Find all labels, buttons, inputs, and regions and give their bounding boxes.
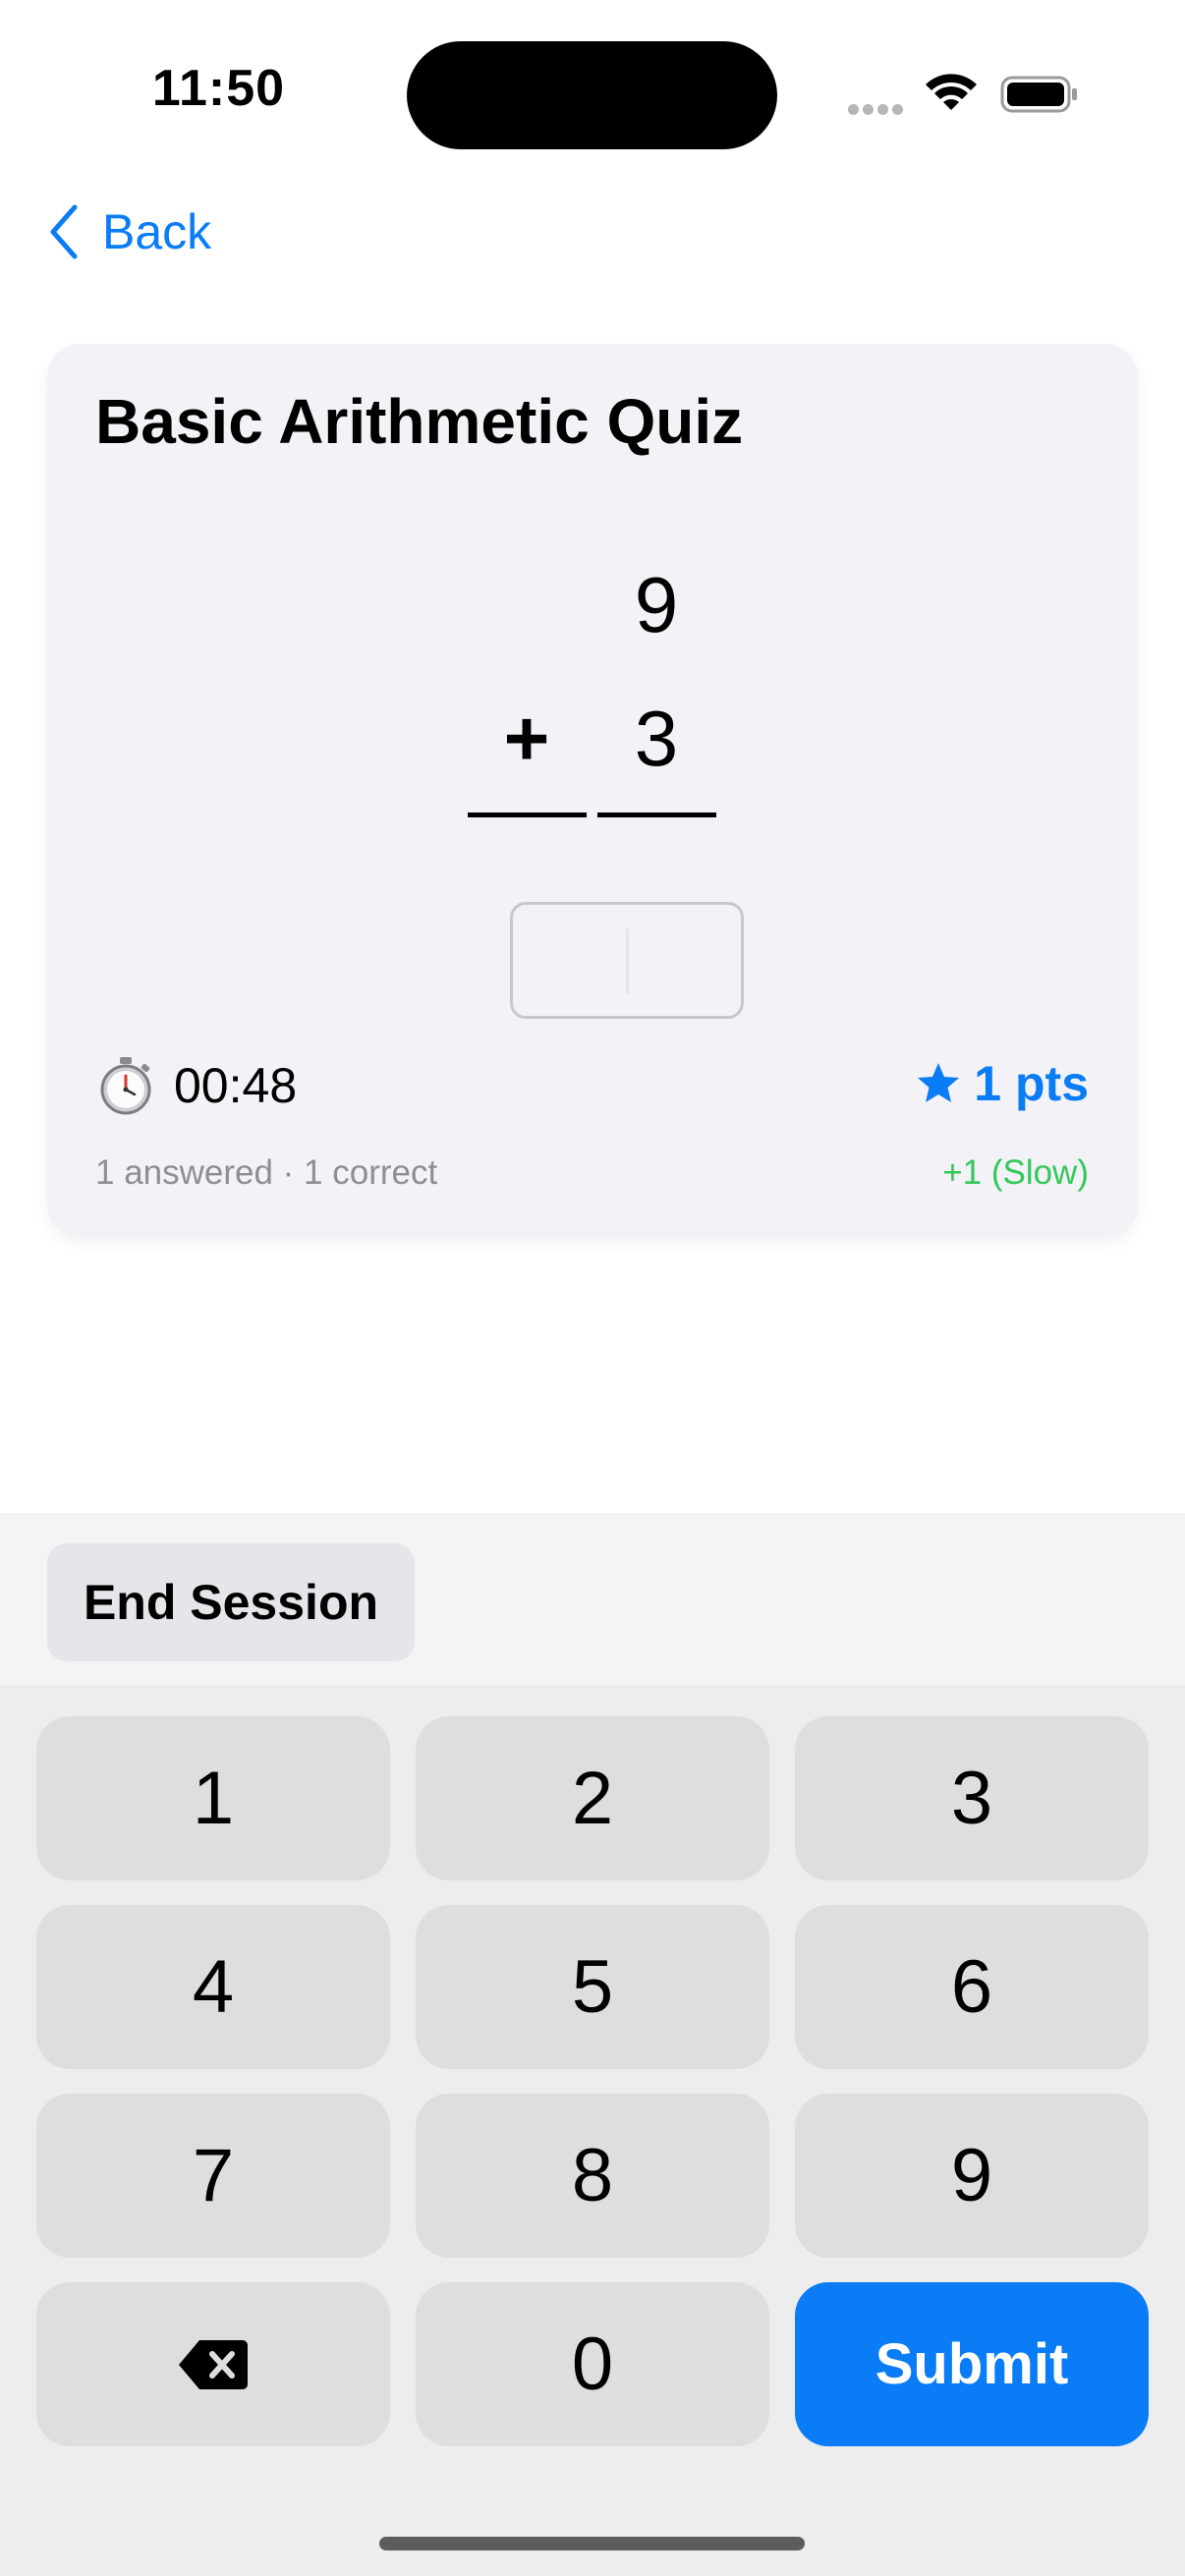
status-time: 11:50 bbox=[151, 60, 286, 117]
key-8[interactable]: 8 bbox=[416, 2094, 769, 2258]
submit-button[interactable]: Submit bbox=[795, 2282, 1149, 2446]
number-keypad: 1 2 3 4 5 6 7 8 9 0 Submit bbox=[0, 1685, 1185, 2576]
key-6[interactable]: 6 bbox=[795, 1905, 1149, 2069]
key-4[interactable]: 4 bbox=[36, 1905, 390, 2069]
key-7[interactable]: 7 bbox=[36, 2094, 390, 2258]
key-9[interactable]: 9 bbox=[795, 2094, 1149, 2258]
star-icon bbox=[918, 1063, 960, 1102]
home-indicator bbox=[379, 2537, 805, 2550]
battery-icon bbox=[1000, 76, 1077, 113]
answer-rule bbox=[468, 812, 587, 817]
last-answer-bonus: +1 (Slow) bbox=[942, 1153, 1089, 1192]
back-button[interactable]: Back bbox=[47, 196, 211, 267]
dynamic-island bbox=[407, 41, 777, 149]
answer-rule bbox=[597, 812, 716, 817]
text-caret bbox=[626, 928, 629, 993]
session-stats: 1 answered · 1 correct bbox=[95, 1153, 438, 1192]
points-display: 1 pts bbox=[915, 1055, 1089, 1112]
stopwatch-icon bbox=[100, 1057, 151, 1115]
end-session-button[interactable]: End Session bbox=[47, 1543, 415, 1661]
cellular-signal-icon bbox=[848, 102, 907, 120]
chevron-left-icon bbox=[50, 204, 78, 259]
key-3[interactable]: 3 bbox=[795, 1716, 1149, 1880]
backspace-icon bbox=[179, 2339, 248, 2389]
key-2[interactable]: 2 bbox=[416, 1716, 769, 1880]
key-0[interactable]: 0 bbox=[416, 2282, 769, 2446]
key-1[interactable]: 1 bbox=[36, 1716, 390, 1880]
back-label: Back bbox=[102, 204, 212, 259]
timer: 00:48 bbox=[95, 1055, 297, 1116]
operand-top: 9 bbox=[634, 561, 679, 648]
quiz-title: Basic Arithmetic Quiz bbox=[95, 386, 744, 457]
operand-bottom: 3 bbox=[634, 695, 679, 782]
key-5[interactable]: 5 bbox=[416, 1905, 769, 2069]
delete-key[interactable] bbox=[36, 2282, 390, 2446]
wifi-icon bbox=[926, 74, 977, 110]
points-value: 1 pts bbox=[974, 1056, 1089, 1111]
operator-sign: + bbox=[503, 695, 550, 782]
timer-value: 00:48 bbox=[174, 1058, 298, 1113]
